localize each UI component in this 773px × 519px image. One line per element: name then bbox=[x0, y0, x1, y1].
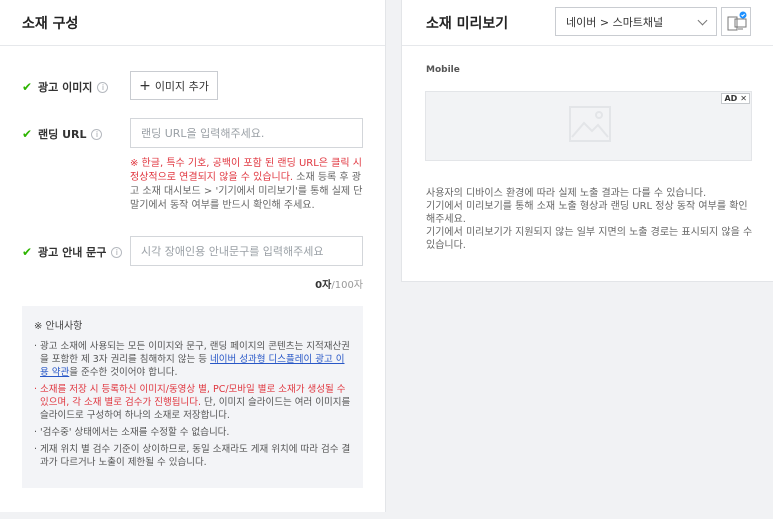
ad-composition-header: 소재 구성 bbox=[0, 0, 385, 46]
ad-preview-panel: 소재 미리보기 네이버 > 스마트채널 Mobile AD ✕ 사용자의 디바이… bbox=[401, 0, 773, 282]
ad-image-row: ✔ 광고 이미지 i bbox=[22, 79, 109, 95]
chevron-down-icon bbox=[697, 15, 708, 26]
image-placeholder-icon bbox=[569, 106, 611, 142]
landing-url-notice: ※ 한글, 특수 기호, 공백이 포함 된 랜딩 URL은 클릭 시 정상적으로… bbox=[130, 157, 365, 213]
char-max: /100자 bbox=[331, 280, 363, 291]
guide-item: · '검수중' 상태에서는 소재를 수정할 수 없습니다. bbox=[34, 427, 230, 438]
check-icon: ✔ bbox=[22, 245, 33, 259]
info-icon[interactable]: i bbox=[111, 246, 123, 258]
check-icon: ✔ bbox=[22, 127, 33, 141]
char-count: 0자 bbox=[315, 280, 332, 291]
placement-select-value: 네이버 > 스마트채널 bbox=[566, 15, 664, 29]
ad-badge: AD ✕ bbox=[721, 93, 750, 104]
device-toggle-icon bbox=[727, 11, 747, 31]
ad-preview-box: AD ✕ bbox=[425, 91, 752, 161]
ad-guide-text-input[interactable]: 시각 장애인용 안내문구를 입력해주세요 bbox=[130, 236, 363, 266]
preview-description: 사용자의 디바이스 환경에 따라 실제 노출 결과는 다를 수 있습니다. 기기… bbox=[426, 188, 753, 251]
guide-item: · 게재 위치 별 검수 기준이 상이하므로, 동일 소재라도 게재 위치에 따… bbox=[34, 444, 351, 468]
ad-guide-text-row: ✔ 광고 안내 문구 i bbox=[22, 244, 123, 260]
close-icon[interactable]: ✕ bbox=[740, 94, 747, 103]
check-icon: ✔ bbox=[22, 80, 33, 94]
info-icon[interactable]: i bbox=[97, 81, 109, 93]
plus-icon: + bbox=[139, 77, 151, 94]
panel-title: 소재 구성 bbox=[22, 15, 79, 32]
char-counter: 0자/100자 bbox=[315, 276, 363, 291]
add-image-button[interactable]: + 이미지 추가 bbox=[130, 71, 218, 100]
landing-url-input[interactable]: 랜딩 URL을 입력해주세요. bbox=[130, 118, 363, 148]
panel-title: 소재 미리보기 bbox=[426, 15, 509, 32]
ad-badge-label: AD bbox=[724, 94, 738, 103]
add-image-label: 이미지 추가 bbox=[154, 79, 209, 93]
ad-guide-text-label: 광고 안내 문구 bbox=[38, 246, 107, 259]
guide-box: ※ 안내사항 · 광고 소재에 사용되는 모든 이미지와 문구, 랜딩 페이지의… bbox=[22, 306, 363, 488]
guide-item: · 광고 소재에 사용되는 모든 이미지와 문구, 랜딩 페이지의 콘텐츠는 지… bbox=[34, 340, 351, 379]
guide-item-text: 을 준수한 것이어야 합니다. bbox=[69, 367, 178, 378]
ad-composition-panel: 소재 구성 ✔ 광고 이미지 i + 이미지 추가 ✔ 랜딩 URL i 랜딩 … bbox=[0, 0, 386, 512]
landing-url-label: 랜딩 URL bbox=[38, 128, 87, 141]
device-toggle-button[interactable] bbox=[721, 7, 751, 36]
mobile-label: Mobile bbox=[426, 65, 460, 75]
guide-title: ※ 안내사항 bbox=[34, 321, 83, 332]
placement-select[interactable]: 네이버 > 스마트채널 bbox=[555, 7, 717, 36]
ad-image-label: 광고 이미지 bbox=[38, 81, 93, 94]
guide-item: · 소재를 저장 시 등록하신 이미지/동영상 별, PC/모바일 별로 소재가… bbox=[34, 383, 351, 422]
info-icon[interactable]: i bbox=[91, 128, 103, 140]
landing-url-row: ✔ 랜딩 URL i bbox=[22, 126, 103, 142]
